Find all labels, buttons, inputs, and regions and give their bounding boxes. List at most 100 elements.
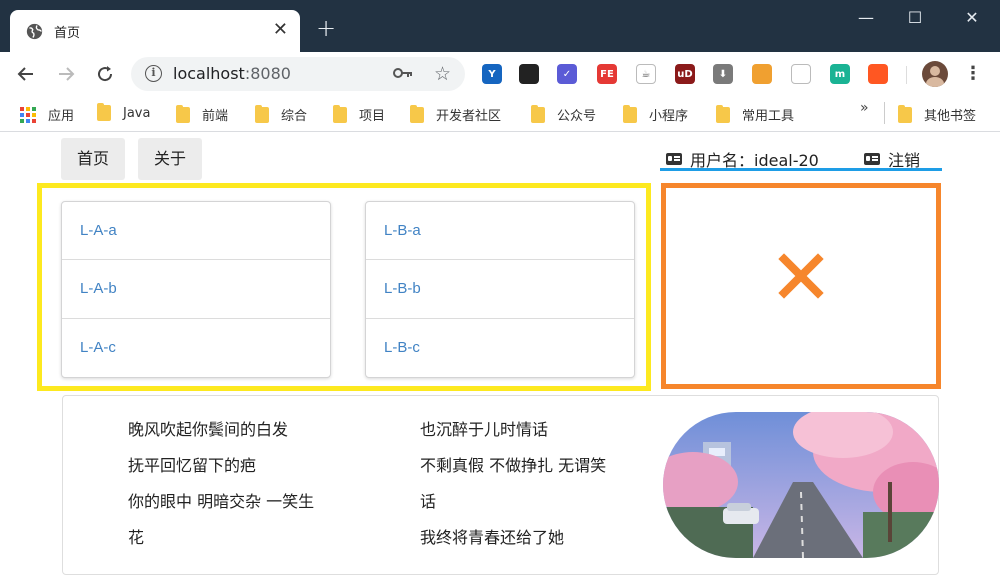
bookmark-star-icon[interactable]: ☆	[434, 63, 451, 85]
maximize-button[interactable]: ☐	[905, 8, 925, 27]
list-item[interactable]: L-A-b	[62, 260, 330, 319]
ext-shield-icon[interactable]	[752, 64, 772, 84]
logout-item[interactable]: 注销	[864, 147, 920, 171]
profile-avatar[interactable]	[922, 61, 948, 87]
list-item[interactable]: L-B-a	[366, 202, 634, 261]
bookmark-label: 其他书签	[924, 109, 977, 124]
id-card-icon	[666, 153, 682, 165]
apps-grid-icon	[20, 106, 36, 123]
bookmarks-divider	[884, 102, 885, 124]
ext-download-icon[interactable]: ⬇	[713, 64, 733, 84]
ext-java-icon[interactable]: ☕	[636, 64, 656, 84]
bookmark-folder-common-tools[interactable]: 常用工具	[716, 104, 795, 124]
lyric-line: 花	[128, 528, 145, 547]
lyric-line: 我终将青春还给了她	[420, 528, 565, 547]
lyrics-card: 晚风吹起你鬓间的白发 抚平回忆留下的疤 你的眼中 明暗交杂 一笑生 花 也沉醉于…	[62, 395, 939, 575]
url-text: localhost:8080	[173, 64, 291, 83]
bookmark-label: 前端	[202, 109, 229, 124]
user-menu: 用户名：ideal-20 注销	[660, 143, 942, 171]
ext-y-icon[interactable]: Y	[482, 64, 502, 84]
bookmark-folder-official-accounts[interactable]: 公众号	[531, 104, 597, 124]
cherry-blossom-street-image	[663, 412, 939, 558]
bookmark-other[interactable]: 其他书签	[898, 104, 977, 124]
browser-menu-icon[interactable]: ⋮	[964, 64, 982, 84]
bookmark-folder-projects[interactable]: 项目	[333, 104, 386, 124]
orange-highlight-region	[661, 183, 941, 389]
browser-toolbar: i localhost:8080 ☆ Y ✓ FE ☕ uD ⬇ m ⋮	[0, 52, 1000, 96]
bookmark-label: 小程序	[649, 109, 689, 124]
bookmark-folder-frontend[interactable]: 前端	[176, 104, 229, 124]
lyric-line: 晚风吹起你鬓间的白发	[128, 420, 289, 439]
address-bar[interactable]: i localhost:8080 ☆	[131, 57, 465, 91]
page-content: 首页 关于 用户名：ideal-20 注销 L-A-a L-A-b L-A-c …	[0, 133, 1000, 575]
ext-check-icon[interactable]: ✓	[557, 64, 577, 84]
lyric-line: 你的眼中 明暗交杂 一笑生	[128, 492, 315, 511]
list-item[interactable]: L-A-a	[62, 202, 330, 261]
bookmark-folder-java[interactable]: Java	[97, 103, 151, 121]
bookmark-folder-general[interactable]: 综合	[255, 104, 308, 124]
bookmark-label: Java	[123, 105, 151, 121]
ext-gamepad-icon[interactable]	[519, 64, 539, 84]
browser-tab[interactable]: 首页 ✕	[10, 10, 300, 52]
lyrics-left-column: 晚风吹起你鬓间的白发 抚平回忆留下的疤 你的眼中 明暗交杂 一笑生 花	[128, 418, 348, 562]
ext-ublock-icon[interactable]: uD	[675, 64, 695, 84]
username-label: 用户名：ideal-20	[690, 151, 819, 170]
lyric-line: 也沉醉于儿时情话	[420, 420, 549, 439]
forward-button[interactable]	[54, 62, 78, 86]
bookmark-folder-dev-community[interactable]: 开发者社区	[410, 104, 502, 124]
folder-icon	[255, 104, 269, 123]
title-bar: 首页 ✕ + — ☐ ✕	[0, 0, 1000, 52]
bookmark-label: 综合	[281, 109, 308, 124]
lyric-line: 抚平回忆留下的疤	[128, 456, 257, 475]
list-b: L-B-a L-B-b L-B-c	[365, 201, 635, 378]
url-port: :8080	[244, 64, 291, 83]
forward-arrow-icon	[59, 67, 75, 81]
site-info-icon[interactable]: i	[145, 65, 162, 82]
list-item[interactable]: L-A-c	[62, 319, 330, 377]
nav-home-button[interactable]: 首页	[61, 138, 126, 180]
url-host: localhost	[173, 64, 245, 83]
ext-m-icon[interactable]: m	[830, 64, 850, 84]
folder-icon	[333, 104, 347, 123]
bookmark-label: 常用工具	[742, 109, 795, 124]
close-window-button[interactable]: ✕	[962, 8, 982, 27]
bookmark-label: 开发者社区	[436, 109, 502, 124]
tab-close-icon[interactable]: ✕	[273, 20, 288, 40]
lyrics-right-column: 也沉醉于儿时情话 不剩真假 不做挣扎 无谓笑 话 我终将青春还给了她	[420, 418, 640, 562]
bookmark-label: 公众号	[557, 109, 597, 124]
folder-icon	[898, 104, 912, 123]
nav-about-button[interactable]: 关于	[138, 138, 203, 180]
minimize-button[interactable]: —	[856, 8, 876, 27]
folder-icon	[531, 104, 545, 123]
back-button[interactable]	[14, 62, 38, 86]
bookmark-folder-mini-programs[interactable]: 小程序	[623, 104, 689, 124]
ext-fe-icon[interactable]: FE	[597, 64, 617, 84]
folder-icon	[623, 104, 637, 123]
lyric-line: 话	[420, 492, 437, 511]
toolbar-divider	[906, 66, 907, 84]
close-x-icon[interactable]	[776, 251, 826, 301]
reload-button[interactable]	[93, 62, 117, 86]
username-item[interactable]: 用户名：ideal-20	[666, 147, 819, 171]
reload-icon	[98, 66, 113, 82]
tab-title: 首页	[54, 25, 81, 41]
id-card-icon	[864, 153, 880, 165]
folder-icon	[176, 104, 190, 123]
bookmarks-overflow-button[interactable]: »	[860, 100, 869, 116]
bookmark-label: 应用	[48, 109, 75, 124]
list-item[interactable]: L-B-b	[366, 260, 634, 319]
ext-sitemap-icon[interactable]	[868, 64, 888, 84]
new-tab-button[interactable]: +	[316, 16, 336, 40]
folder-icon	[410, 104, 424, 123]
list-a: L-A-a L-A-b L-A-c	[61, 201, 331, 378]
folder-icon	[97, 103, 111, 121]
ext-bookmark-icon[interactable]	[791, 64, 811, 84]
bookmark-apps[interactable]: 应用	[20, 105, 74, 124]
globe-icon	[26, 23, 43, 39]
back-arrow-icon	[17, 67, 33, 81]
logout-label: 注销	[888, 151, 921, 170]
list-item[interactable]: L-B-c	[366, 319, 634, 377]
lyric-line: 不剩真假 不做挣扎 无谓笑	[420, 456, 607, 475]
bookmark-label: 项目	[359, 109, 386, 124]
key-icon[interactable]	[393, 66, 413, 80]
